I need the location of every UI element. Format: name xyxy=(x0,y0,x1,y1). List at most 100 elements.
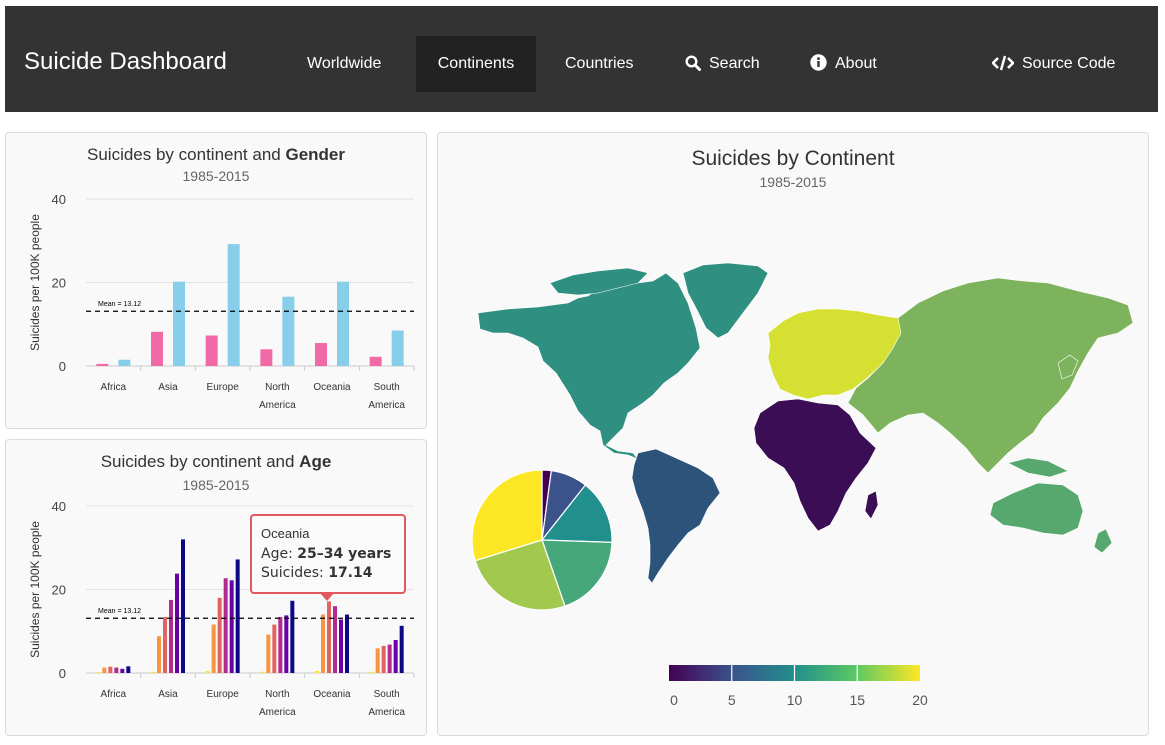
nav-about[interactable]: About xyxy=(792,36,895,92)
age-bar[interactable] xyxy=(169,599,173,673)
x-tick-label: Africa xyxy=(101,382,127,393)
continent-south-america[interactable] xyxy=(631,448,721,584)
x-tick-label: North America xyxy=(259,382,296,411)
age-bar[interactable] xyxy=(278,617,283,673)
y-tick-label: 40 xyxy=(52,192,66,207)
age-bar[interactable] xyxy=(120,668,125,673)
continent-oceania[interactable] xyxy=(989,482,1084,536)
age-bar[interactable] xyxy=(399,625,404,673)
age-bar[interactable] xyxy=(333,606,337,673)
tooltip-suicides: Suicides: 17.14 xyxy=(261,565,373,581)
mean-label: Mean = 13.12 xyxy=(98,301,141,308)
age-bar[interactable] xyxy=(211,624,216,673)
gender-chart-title: Suicides by continent and Gender xyxy=(87,145,345,164)
gender-bar[interactable] xyxy=(173,281,185,366)
age-bar[interactable] xyxy=(284,615,289,673)
continent-africa[interactable] xyxy=(753,398,877,532)
age-bar[interactable] xyxy=(114,667,119,673)
x-tick-label: Europe xyxy=(207,382,240,393)
continent-oceania-islands[interactable] xyxy=(1007,457,1069,478)
age-bar[interactable] xyxy=(102,667,107,673)
navbar: Suicide Dashboard Worldwide Continents C… xyxy=(5,6,1158,112)
age-bar[interactable] xyxy=(393,640,398,673)
age-bar[interactable] xyxy=(235,559,240,673)
age-bar[interactable] xyxy=(157,636,161,673)
nav-worldwide[interactable]: Worldwide xyxy=(289,36,399,92)
tooltip-continent: Oceania xyxy=(261,526,310,541)
gender-bar[interactable] xyxy=(205,335,218,366)
gender-bar[interactable] xyxy=(337,281,349,366)
age-bar[interactable] xyxy=(345,614,349,673)
nav-label: Countries xyxy=(565,55,634,72)
gender-bar[interactable] xyxy=(151,331,163,366)
colorbar-tick-label: 15 xyxy=(849,692,865,708)
age-bar[interactable] xyxy=(369,671,374,673)
age-bar[interactable] xyxy=(290,600,295,673)
nav-source-code[interactable]: Source Code xyxy=(974,36,1133,92)
gender-bar[interactable] xyxy=(315,343,327,366)
nav-label: Source Code xyxy=(1022,55,1116,72)
age-bar[interactable] xyxy=(260,671,265,673)
continent-pie-chart xyxy=(471,469,613,611)
age-chart-title: Suicides by continent and Age xyxy=(101,452,332,471)
age-bar[interactable] xyxy=(96,672,101,673)
age-bar[interactable] xyxy=(205,670,210,673)
age-bar[interactable] xyxy=(266,634,271,673)
continent-new-zealand[interactable] xyxy=(1093,528,1113,554)
y-tick-label: 0 xyxy=(59,666,66,681)
map-panel: Suicides by Continent 1985-2015 0 5 10 15 20 xyxy=(437,132,1149,736)
age-bar[interactable] xyxy=(108,666,113,673)
colorbar-tick-label: 5 xyxy=(728,692,736,708)
age-bar[interactable] xyxy=(327,601,331,673)
age-bar[interactable] xyxy=(315,670,319,673)
age-bar[interactable] xyxy=(163,617,167,673)
y-tick-label: 40 xyxy=(52,499,66,514)
nav-label: Search xyxy=(709,55,760,72)
continent-madagascar[interactable] xyxy=(864,490,879,520)
gender-bar[interactable] xyxy=(260,349,273,366)
map-subtitle: 1985-2015 xyxy=(760,174,827,190)
gender-bar[interactable] xyxy=(118,359,131,366)
gender-bar[interactable] xyxy=(369,356,382,366)
continent-asia[interactable] xyxy=(847,277,1134,474)
color-scale-legend: 0 5 10 15 20 xyxy=(669,665,928,708)
age-bar[interactable] xyxy=(321,614,325,673)
gender-chart-panel: Suicides by continent and Gender 1985-20… xyxy=(5,132,427,429)
age-bar[interactable] xyxy=(272,624,277,673)
chart-tooltip: Oceania Age: 25–34 years Suicides: 17.14 xyxy=(250,514,406,594)
age-bar[interactable] xyxy=(387,644,392,673)
nav-search[interactable]: Search xyxy=(667,36,778,92)
continent-north-america[interactable] xyxy=(477,272,701,460)
age-bar[interactable] xyxy=(151,671,155,673)
x-tick-label: North America xyxy=(259,689,296,718)
mean-label: Mean = 13.12 xyxy=(98,608,141,615)
colorbar-tick-label: 10 xyxy=(787,692,803,708)
age-bar[interactable] xyxy=(381,645,386,673)
age-bar[interactable] xyxy=(126,666,131,673)
age-bar[interactable] xyxy=(181,539,185,673)
colorbar-tick-label: 0 xyxy=(670,692,678,708)
age-bar[interactable] xyxy=(217,597,222,673)
age-bar[interactable] xyxy=(229,580,234,673)
y-tick-label: 20 xyxy=(52,276,66,291)
y-axis-label: Suicides per 100K people xyxy=(28,521,42,658)
age-bar[interactable] xyxy=(339,619,343,673)
world-map: Suicides by Continent 1985-2015 0 5 10 15 20 xyxy=(471,147,1134,708)
age-bar[interactable] xyxy=(175,573,179,673)
brand-title[interactable]: Suicide Dashboard xyxy=(24,48,227,76)
age-bar[interactable] xyxy=(375,648,380,673)
x-tick-label: Asia xyxy=(158,689,178,700)
gender-bar[interactable] xyxy=(96,363,109,366)
nav-continents[interactable]: Continents xyxy=(416,36,536,92)
gender-bar[interactable] xyxy=(282,296,295,366)
y-tick-label: 20 xyxy=(52,583,66,598)
gender-chart-subtitle: 1985-2015 xyxy=(183,168,250,184)
gender-bar-chart: Suicides by continent and Gender 1985-20… xyxy=(28,145,415,411)
age-bar[interactable] xyxy=(223,578,228,673)
x-tick-label: South America xyxy=(368,689,405,718)
nav-countries[interactable]: Countries xyxy=(547,36,651,92)
gender-bar[interactable] xyxy=(227,244,240,366)
gender-bar[interactable] xyxy=(391,330,404,366)
code-icon xyxy=(991,55,1015,71)
x-tick-label: Europe xyxy=(207,689,240,700)
